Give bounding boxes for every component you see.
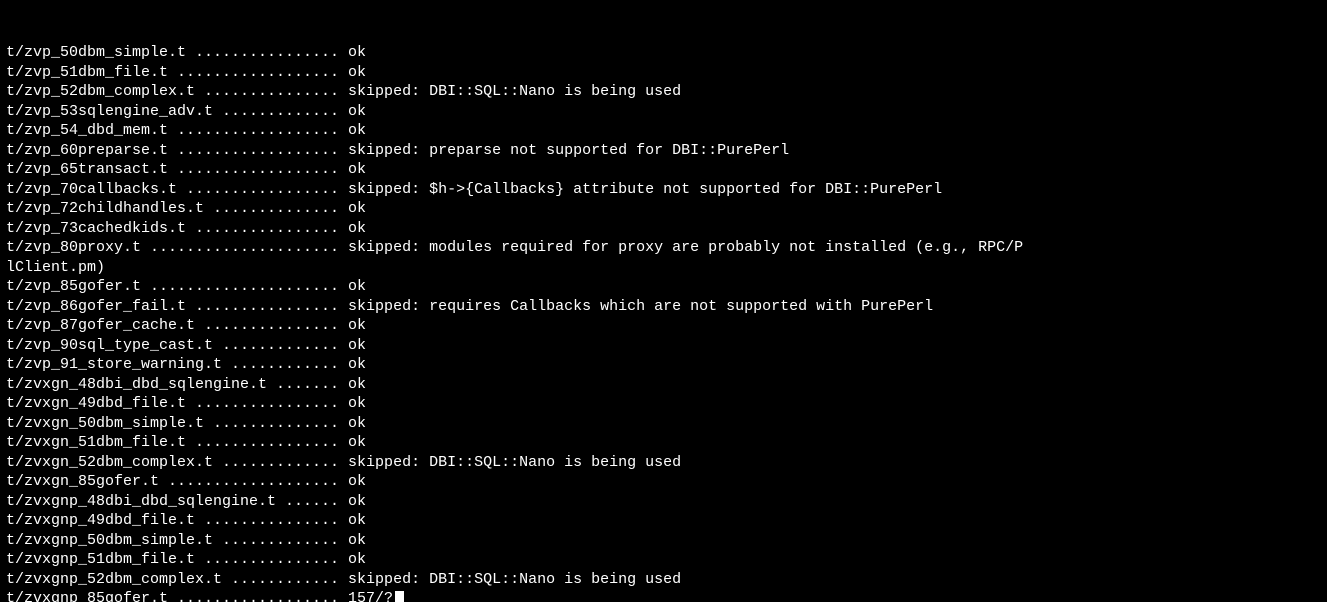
test-line: t/zvp_87gofer_cache.t ............... ok bbox=[6, 316, 1321, 336]
terminal-window[interactable]: t/zvp_50dbm_simple.t ................ ok… bbox=[0, 0, 1327, 602]
test-line: t/zvp_52dbm_complex.t ............... sk… bbox=[6, 82, 1321, 102]
test-line: t/zvp_53sqlengine_adv.t ............. ok bbox=[6, 102, 1321, 122]
test-line: t/zvxgn_52dbm_complex.t ............. sk… bbox=[6, 453, 1321, 473]
test-line: t/zvxgnp_85gofer.t .................. 15… bbox=[6, 589, 1321, 602]
test-line: t/zvxgn_51dbm_file.t ................ ok bbox=[6, 433, 1321, 453]
test-line: t/zvxgn_85gofer.t ................... ok bbox=[6, 472, 1321, 492]
test-line: t/zvp_51dbm_file.t .................. ok bbox=[6, 63, 1321, 83]
test-line: t/zvp_50dbm_simple.t ................ ok bbox=[6, 43, 1321, 63]
test-line: t/zvp_70callbacks.t ................. sk… bbox=[6, 180, 1321, 200]
test-line: t/zvxgn_49dbd_file.t ................ ok bbox=[6, 394, 1321, 414]
test-line-wrap: lClient.pm) bbox=[6, 258, 1321, 278]
terminal-output: t/zvp_50dbm_simple.t ................ ok… bbox=[6, 43, 1321, 602]
test-line: t/zvp_80proxy.t ..................... sk… bbox=[6, 238, 1321, 258]
test-line: t/zvp_86gofer_fail.t ................ sk… bbox=[6, 297, 1321, 317]
test-line: t/zvxgnp_52dbm_complex.t ............ sk… bbox=[6, 570, 1321, 590]
test-line: t/zvxgnp_50dbm_simple.t ............. ok bbox=[6, 531, 1321, 551]
cursor bbox=[395, 591, 404, 602]
test-line: t/zvxgnp_51dbm_file.t ............... ok bbox=[6, 550, 1321, 570]
test-line: t/zvp_72childhandles.t .............. ok bbox=[6, 199, 1321, 219]
test-line: t/zvxgnp_48dbi_dbd_sqlengine.t ...... ok bbox=[6, 492, 1321, 512]
test-line: t/zvp_54_dbd_mem.t .................. ok bbox=[6, 121, 1321, 141]
test-line: t/zvp_73cachedkids.t ................ ok bbox=[6, 219, 1321, 239]
test-line: t/zvxgn_50dbm_simple.t .............. ok bbox=[6, 414, 1321, 434]
test-line: t/zvp_91_store_warning.t ............ ok bbox=[6, 355, 1321, 375]
test-line: t/zvp_85gofer.t ..................... ok bbox=[6, 277, 1321, 297]
test-line: t/zvxgnp_49dbd_file.t ............... ok bbox=[6, 511, 1321, 531]
test-line: t/zvp_90sql_type_cast.t ............. ok bbox=[6, 336, 1321, 356]
test-line: t/zvp_65transact.t .................. ok bbox=[6, 160, 1321, 180]
test-line: t/zvxgn_48dbi_dbd_sqlengine.t ....... ok bbox=[6, 375, 1321, 395]
test-line: t/zvp_60preparse.t .................. sk… bbox=[6, 141, 1321, 161]
